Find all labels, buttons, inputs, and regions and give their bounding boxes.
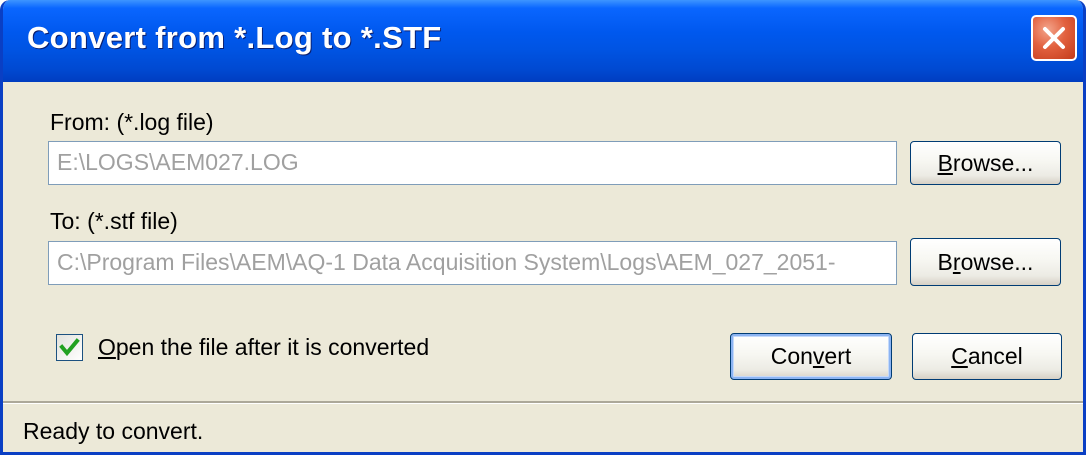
from-browse-button[interactable]: Browse... bbox=[910, 141, 1061, 185]
to-browse-prefix: B bbox=[937, 249, 953, 275]
title-bar[interactable]: Convert from *.Log to *.STF bbox=[3, 0, 1083, 82]
to-path-field[interactable]: C:\Program Files\AEM\AQ-1 Data Acquisiti… bbox=[48, 241, 897, 285]
open-after-checkbox[interactable] bbox=[56, 334, 83, 361]
checkmark-icon bbox=[59, 338, 80, 357]
to-browse-rest: owse... bbox=[960, 249, 1034, 275]
open-after-mnemonic: O bbox=[98, 334, 116, 360]
close-icon bbox=[1043, 27, 1065, 49]
convert-mnemonic: v bbox=[812, 343, 825, 369]
from-path-field[interactable]: E:\LOGS\AEM027.LOG bbox=[48, 141, 897, 185]
status-bar-divider bbox=[3, 401, 1083, 404]
window-title: Convert from *.Log to *.STF bbox=[27, 20, 442, 55]
cancel-mnemonic: C bbox=[951, 343, 968, 369]
from-label: From: (*.log file) bbox=[50, 109, 214, 135]
close-button[interactable] bbox=[1031, 15, 1077, 61]
from-browse-mnemonic: B bbox=[937, 150, 953, 176]
to-label: To: (*.stf file) bbox=[50, 208, 178, 234]
status-text: Ready to convert. bbox=[23, 418, 204, 444]
cancel-rest: ancel bbox=[967, 343, 1023, 369]
convert-label: Convert bbox=[771, 343, 852, 369]
open-after-label[interactable]: Open the file after it is converted bbox=[98, 334, 429, 361]
to-browse-mnemonic: r bbox=[952, 249, 961, 275]
convert-button[interactable]: Convert bbox=[730, 333, 892, 380]
to-browse-label: Browse... bbox=[938, 249, 1034, 275]
from-browse-label: Browse... bbox=[938, 150, 1034, 176]
cancel-label: Cancel bbox=[951, 343, 1023, 369]
convert-dialog: Convert from *.Log to *.STF From: (*.log… bbox=[0, 0, 1086, 455]
open-after-label-rest: pen the file after it is converted bbox=[115, 334, 430, 360]
cancel-button[interactable]: Cancel bbox=[912, 333, 1062, 380]
convert-prefix: Con bbox=[770, 343, 813, 369]
from-browse-rest: rowse... bbox=[952, 150, 1034, 176]
convert-rest: ert bbox=[824, 343, 852, 369]
to-browse-button[interactable]: Browse... bbox=[910, 238, 1061, 286]
